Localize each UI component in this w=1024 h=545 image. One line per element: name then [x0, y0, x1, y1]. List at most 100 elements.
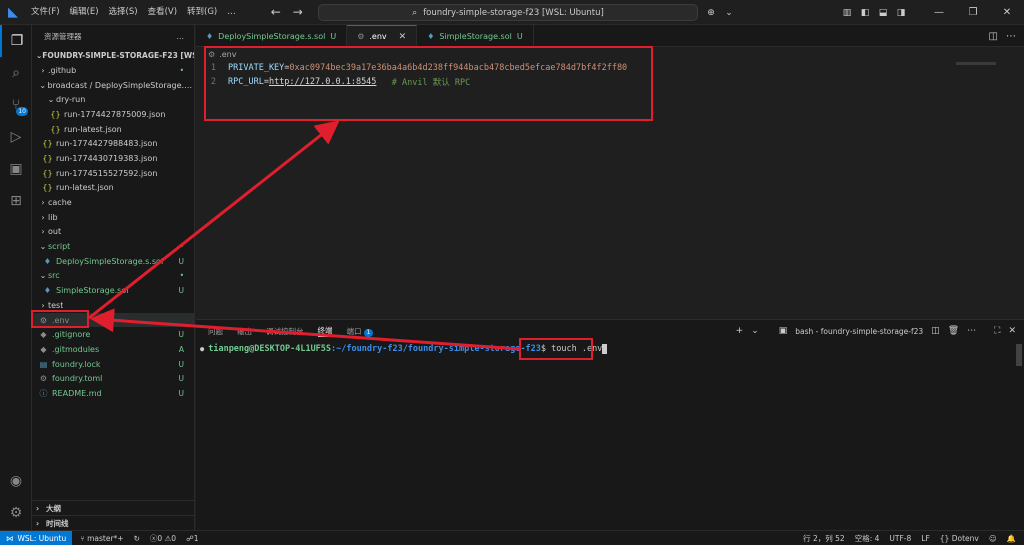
- chevron-down-icon: ⌄: [47, 95, 55, 105]
- encoding[interactable]: UTF-8: [889, 534, 911, 543]
- chevron-down-icon[interactable]: ⌄: [751, 326, 759, 336]
- tree-item-gitignore[interactable]: ◆ .gitignore U: [32, 327, 194, 342]
- tree-item-readme[interactable]: ⓘ README.md U: [32, 386, 194, 401]
- tab-problems[interactable]: 问题: [208, 326, 223, 337]
- solidity-file-icon: ♦: [427, 31, 435, 41]
- json-file-icon: {}: [42, 168, 53, 178]
- tree-item-lib[interactable]: › lib: [32, 210, 194, 225]
- tab-ports[interactable]: 端口 1: [347, 326, 374, 337]
- git-status: U: [178, 359, 185, 369]
- tree-item-github[interactable]: › .github •: [32, 63, 194, 78]
- command-center-label: foundry-simple-storage-f23 [WSL: Ubuntu]: [423, 7, 604, 18]
- tree-item-json[interactable]: {} run-1774427875009.json: [32, 107, 194, 122]
- tree-item-simplestorage-sol[interactable]: ♦ SimpleStorage.sol U: [32, 283, 194, 298]
- tree-item-foundry-lock[interactable]: ▤ foundry.lock U: [32, 357, 194, 372]
- account-icon[interactable]: ◉: [0, 465, 32, 497]
- split-editor-icon[interactable]: ◫: [989, 31, 998, 42]
- tree-label: test: [48, 300, 64, 310]
- settings-gear-icon[interactable]: ⚙: [0, 497, 32, 529]
- search-view-icon[interactable]: ⌕: [0, 57, 32, 89]
- tree-label: dry-run: [56, 95, 86, 105]
- copilot-icon[interactable]: ⊕: [702, 8, 720, 18]
- tree-item-foundry-toml[interactable]: ⚙ foundry.toml U: [32, 371, 194, 386]
- new-terminal-icon[interactable]: +: [736, 326, 744, 336]
- tab-simple-storage[interactable]: ♦ SimpleStorage.sol U: [417, 25, 534, 47]
- close-panel-icon[interactable]: ✕: [1008, 326, 1016, 336]
- toggle-sidebar-icon[interactable]: ◧: [856, 8, 874, 18]
- notifications-bell-icon[interactable]: 🔔: [1007, 534, 1016, 543]
- copilot-status-icon[interactable]: ☺: [989, 534, 997, 543]
- tree-item-src[interactable]: ⌄ src •: [32, 269, 194, 284]
- annotation-command-box: [519, 338, 593, 360]
- tree-item-script[interactable]: ⌄ script •: [32, 239, 194, 254]
- problems-indicator[interactable]: ⓧ0 ⚠0: [150, 533, 176, 544]
- back-arrow-icon[interactable]: ←: [265, 5, 287, 19]
- language-mode[interactable]: {} Dotenv: [940, 534, 979, 543]
- tree-item-json[interactable]: {} run-latest.json: [32, 181, 194, 196]
- tree-item-deploy-sol[interactable]: ♦ DeploySimpleStorage.s.sol U: [32, 254, 194, 269]
- tree-item-json[interactable]: {} run-1774515527592.json: [32, 166, 194, 181]
- line-ending[interactable]: LF: [921, 534, 930, 543]
- maximize-panel-icon[interactable]: ⛶: [994, 326, 1000, 336]
- terminal-icon: ▣: [778, 326, 788, 336]
- minimize-icon[interactable]: —: [922, 7, 956, 18]
- chevron-down-icon[interactable]: ⌄: [720, 8, 738, 18]
- sync-icon[interactable]: ↻: [134, 534, 140, 543]
- tree-item-out[interactable]: › out: [32, 225, 194, 240]
- terminal-name[interactable]: bash - foundry-simple-storage-f23: [795, 327, 923, 336]
- tab-label: .env: [369, 32, 387, 41]
- menu-go[interactable]: 转到(G): [182, 0, 222, 25]
- annotation-env-file-box: [31, 310, 89, 328]
- menu-more[interactable]: …: [222, 0, 241, 25]
- tree-item-cache[interactable]: › cache: [32, 195, 194, 210]
- git-branch[interactable]: ⑂ master*+: [80, 534, 123, 543]
- ports-indicator[interactable]: ☍1: [186, 534, 198, 543]
- timeline-section[interactable]: › 时间线: [32, 515, 195, 530]
- cursor-position[interactable]: 行 2，列 52: [803, 533, 845, 544]
- tab-terminal[interactable]: 终端: [317, 325, 333, 337]
- menu-view[interactable]: 查看(V): [143, 0, 182, 25]
- remote-indicator[interactable]: ⋈ WSL: Ubuntu: [0, 530, 73, 545]
- error-count: 0: [157, 533, 163, 543]
- close-tab-icon[interactable]: ✕: [399, 32, 407, 42]
- close-window-icon[interactable]: ✕: [990, 7, 1024, 18]
- indentation[interactable]: 空格: 4: [855, 533, 880, 544]
- explorer-more-icon[interactable]: …: [177, 32, 185, 41]
- git-status: U: [178, 286, 185, 296]
- extensions-icon[interactable]: ⊞: [0, 185, 32, 217]
- more-actions-icon[interactable]: ⋯: [967, 326, 976, 336]
- run-debug-icon[interactable]: ▷: [0, 121, 32, 153]
- remote-explorer-icon[interactable]: ▣: [0, 153, 32, 185]
- git-status: U: [178, 374, 185, 384]
- tab-deploy-simple-storage[interactable]: ♦ DeploySimpleStorage.s.sol U: [196, 25, 348, 47]
- tree-item-json[interactable]: {} run-1774427988483.json: [32, 136, 194, 151]
- tree-item-json[interactable]: {} run-latest.json: [32, 122, 194, 137]
- split-terminal-icon[interactable]: ◫: [931, 326, 940, 336]
- terminal-scrollbar[interactable]: [1016, 344, 1022, 366]
- menu-edit[interactable]: 编辑(E): [65, 0, 104, 25]
- tree-item-broadcast[interactable]: ⌄ broadcast / DeploySimpleStorage.s.s...: [32, 78, 194, 93]
- menu-file[interactable]: 文件(F): [26, 0, 65, 25]
- tab-output[interactable]: 输出: [237, 326, 252, 337]
- tab-env[interactable]: ⚙ .env ✕: [347, 25, 418, 47]
- file-icon: ▤: [39, 359, 48, 369]
- trash-icon[interactable]: 🗑: [948, 326, 959, 336]
- command-center-search[interactable]: ⌕ foundry-simple-storage-f23 [WSL: Ubunt…: [318, 4, 698, 21]
- tab-debug-console[interactable]: 调试控制台: [266, 326, 304, 337]
- minimap[interactable]: [956, 62, 996, 65]
- restore-icon[interactable]: ❐: [956, 7, 990, 18]
- source-control-icon[interactable]: ⑂ 10: [0, 89, 32, 121]
- layout-customize-icon[interactable]: ▥: [838, 8, 856, 18]
- toggle-secondary-sidebar-icon[interactable]: ◨: [892, 8, 910, 18]
- menu-selection[interactable]: 选择(S): [104, 0, 143, 25]
- explorer-icon[interactable]: ❐: [0, 25, 32, 57]
- tree-item-dry-run[interactable]: ⌄ dry-run: [32, 92, 194, 107]
- toggle-panel-icon[interactable]: ⬓: [874, 8, 892, 18]
- tree-item-gitmodules[interactable]: ◆ .gitmodules A: [32, 342, 194, 357]
- remote-label: WSL: Ubuntu: [17, 533, 67, 543]
- workspace-root[interactable]: ⌄ FOUNDRY-SIMPLE-STORAGE-F23 [WSL: ...: [32, 47, 194, 63]
- forward-arrow-icon[interactable]: →: [287, 5, 309, 19]
- more-actions-icon[interactable]: ⋯: [1006, 31, 1016, 42]
- tree-item-json[interactable]: {} run-1774430719383.json: [32, 151, 194, 166]
- outline-section[interactable]: › 大纲: [32, 500, 195, 515]
